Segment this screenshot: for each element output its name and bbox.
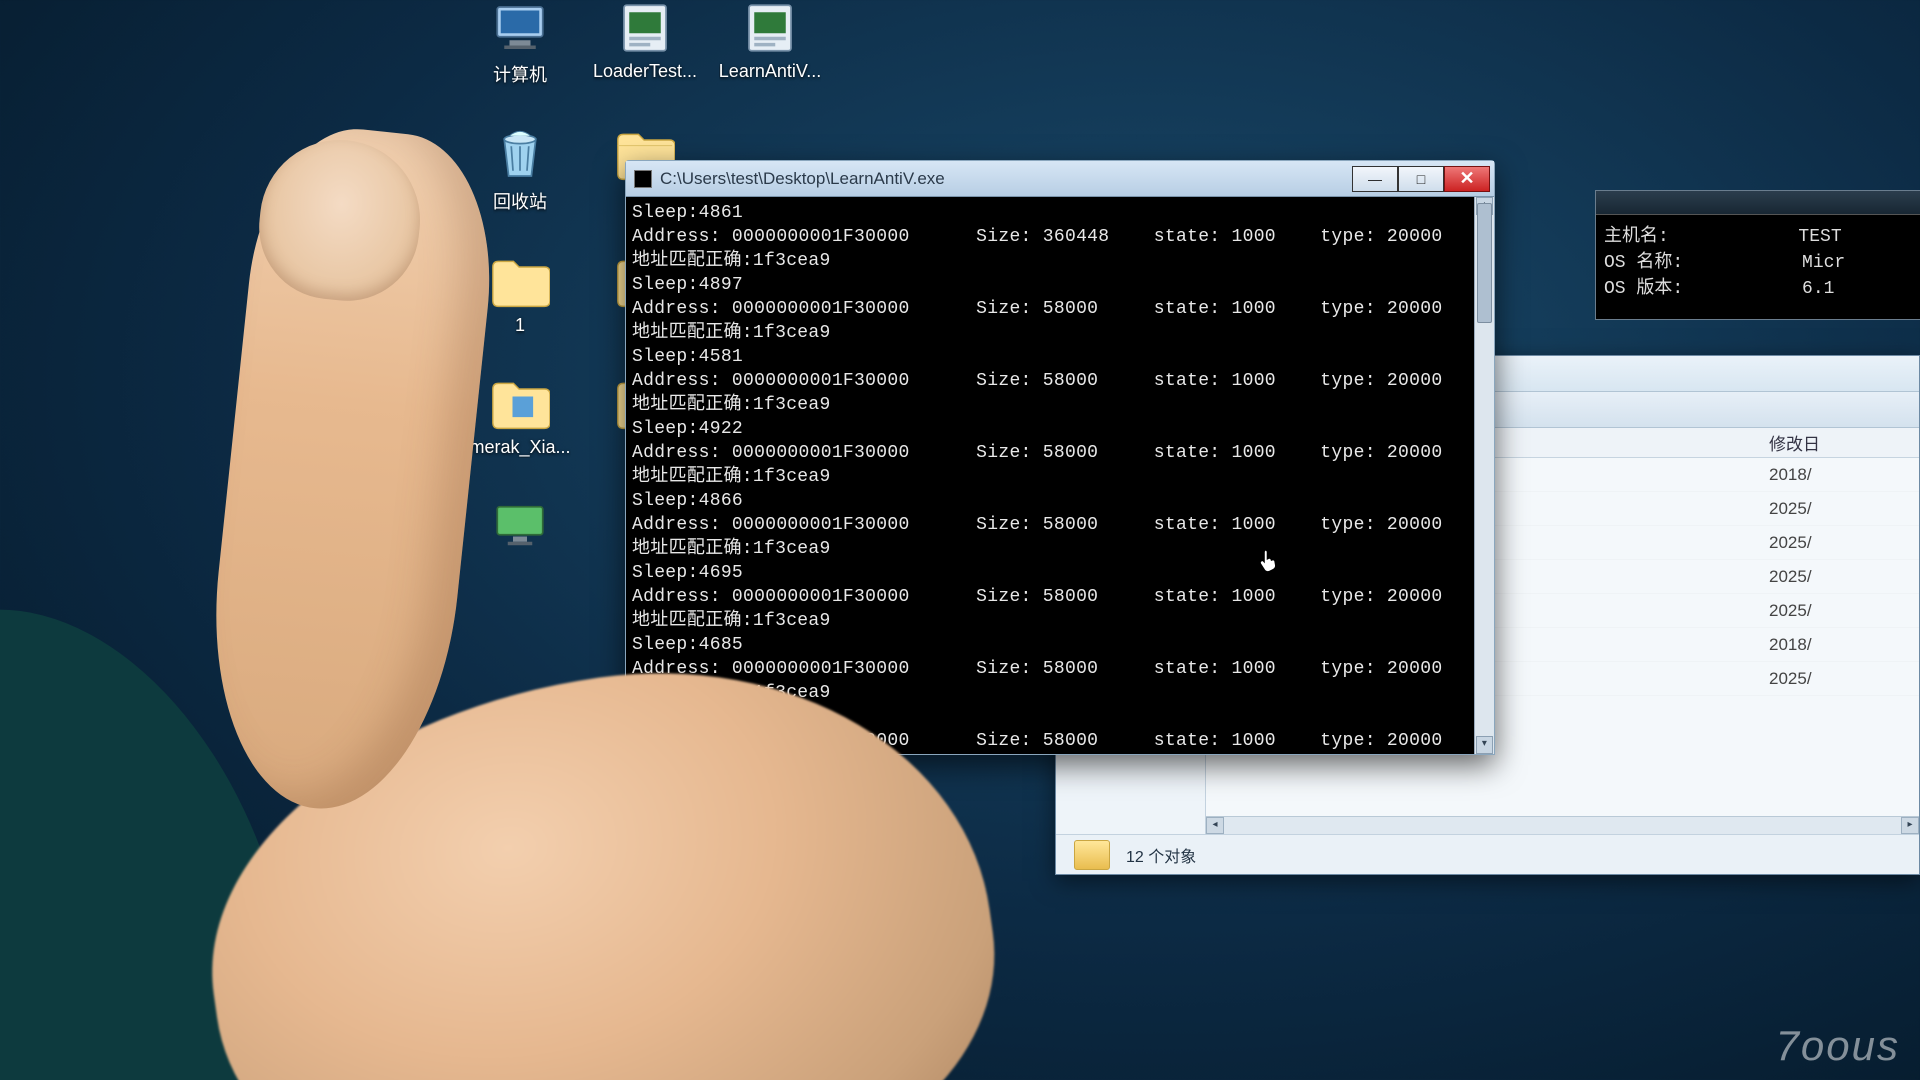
console-line: Address: 0000000001F30000 Size: 58000 st… (632, 513, 1488, 537)
console-line: Sleep:4762 (632, 705, 1488, 729)
desktop-icon-folder[interactable]: 1 (470, 254, 570, 336)
titlebar[interactable] (1596, 191, 1920, 215)
column-modified[interactable]: 修改日 (1769, 430, 1919, 455)
cmd-window-systeminfo[interactable]: 主机名: TEST OS 名称: Micr OS 版本: 6.1 (1595, 190, 1920, 320)
console-line: Address: 0000000001F30000 Size: 58000 st… (632, 657, 1488, 681)
folder-icon (490, 254, 550, 309)
icon-label: merak_Xia... (469, 437, 570, 458)
desktop-icon-computer[interactable]: 计算机 (470, 0, 570, 87)
console-line: 地址匹配正确:1f3cea9 (632, 249, 1488, 273)
console-line: Address: 0000000001F30000 Size: 360448 s… (632, 225, 1488, 249)
icon-label: 计算机 (493, 61, 547, 87)
console-line: 地址匹配正确:1f3cea9 (632, 393, 1488, 417)
desktop-icon-unknown[interactable] (470, 498, 570, 553)
file-date: 2025/ (1769, 601, 1919, 621)
console-line: Sleep:4866 (632, 489, 1488, 513)
console-line: 地址匹配正确:1f3cea9 (632, 609, 1488, 633)
file-date: 2018/ (1769, 635, 1919, 655)
file-date: 2025/ (1769, 499, 1919, 519)
console-line: Address: 0000000001F30000 Size: 58000 st… (632, 297, 1488, 321)
folder-icon (490, 376, 550, 431)
console-line: 地址匹配正确:1f3cea9 (632, 537, 1488, 561)
app-icon (634, 170, 652, 188)
cursor-hand-icon (1258, 548, 1280, 576)
file-date: 2018/ (1769, 465, 1919, 485)
console-output[interactable]: Sleep:4861Address: 0000000001F30000 Size… (626, 197, 1494, 754)
file-date: 2025/ (1769, 533, 1919, 553)
icon-label: LearnAntiV... (719, 61, 821, 82)
maximize-button[interactable]: □ (1398, 166, 1444, 192)
file-date: 2025/ (1769, 669, 1919, 689)
icon-label: LoaderTest... (593, 61, 697, 82)
horizontal-scrollbar[interactable]: ◂ ▸ (1206, 816, 1919, 834)
console-line: Address: 0000000001F30000 Size: 58000 st… (632, 441, 1488, 465)
minimize-button[interactable]: — (1352, 166, 1398, 192)
cmd-line: OS 名称: Micr (1604, 247, 1920, 273)
watermark: 7oous (1776, 1022, 1900, 1070)
console-line: Address: 0000000001F30000 Size: 58000 st… (632, 369, 1488, 393)
file-date: 2025/ (1769, 567, 1919, 587)
status-text: 12 个对象 (1126, 843, 1196, 867)
cmd-line: 主机名: TEST (1604, 221, 1920, 247)
exe-icon (740, 0, 800, 55)
console-window[interactable]: C:\Users\test\Desktop\LearnAntiV.exe — □… (625, 160, 1495, 755)
monitor-icon (490, 498, 550, 553)
desktop-icon-loadertest[interactable]: LoaderTest... (595, 0, 695, 87)
console-line: 地址匹配正确:1f3cea9 (632, 321, 1488, 345)
desktop-icon-learnantiv[interactable]: LearnAntiV... (720, 0, 820, 87)
scroll-thumb[interactable] (1477, 203, 1492, 323)
console-line: Sleep:4897 (632, 273, 1488, 297)
console-line: Sleep:4695 (632, 561, 1488, 585)
scroll-right-icon[interactable]: ▸ (1901, 817, 1919, 834)
console-line: Sleep:4581 (632, 345, 1488, 369)
exe-icon (615, 0, 675, 55)
vertical-scrollbar[interactable]: ▴ ▾ (1474, 197, 1494, 754)
desktop-icon-folder[interactable]: merak_Xia... (470, 376, 570, 458)
console-line: Address: 0000000001F30000 Size: 58000 st… (632, 585, 1488, 609)
console-line: Sleep:4685 (632, 633, 1488, 657)
scroll-down-icon[interactable]: ▾ (1476, 736, 1493, 754)
console-line: Address: 0000000001F30000 Size: 58000 st… (632, 729, 1488, 753)
recycle-bin-icon (490, 127, 550, 182)
computer-icon (490, 0, 550, 55)
desktop-icon-recyclebin[interactable]: 回收站 (470, 127, 570, 214)
window-title: C:\Users\test\Desktop\LearnAntiV.exe (660, 169, 1344, 189)
icon-label: 1 (515, 315, 525, 336)
cmd-line: OS 版本: 6.1 (1604, 273, 1920, 299)
icon-label: 回收站 (493, 188, 547, 214)
console-line: 地址匹配正确:1f3cea9 (632, 465, 1488, 489)
console-line: Sleep:4922 (632, 417, 1488, 441)
close-button[interactable]: ✕ (1444, 166, 1490, 192)
explorer-status-bar: 12 个对象 (1056, 834, 1919, 874)
scroll-left-icon[interactable]: ◂ (1206, 817, 1224, 834)
folder-icon (1074, 840, 1110, 870)
titlebar[interactable]: C:\Users\test\Desktop\LearnAntiV.exe — □… (626, 161, 1494, 197)
console-line: 地址匹配正确:1f3cea9 (632, 681, 1488, 705)
console-line: Sleep:4861 (632, 201, 1488, 225)
